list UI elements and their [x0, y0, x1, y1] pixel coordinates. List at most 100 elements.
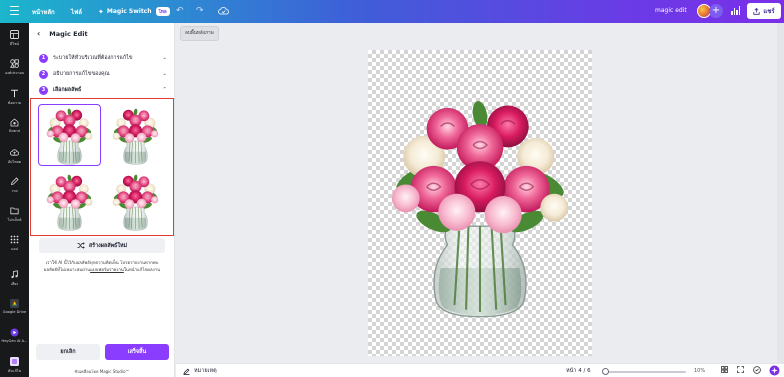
rail-label: วาด [11, 189, 18, 193]
step-label: ระบายให้ทั่วบริเวณที่ต้องการแก้ไข [53, 55, 133, 61]
magic-switch-button[interactable]: ✦ Magic Switch โทล [98, 7, 170, 16]
rail-item-audio[interactable]: เสียง [0, 270, 29, 287]
add-collaborator-button[interactable]: + [709, 4, 723, 18]
note-text-end: ในหน้าแก้ไขผลงาน [123, 267, 161, 273]
draw-icon [10, 177, 19, 186]
music-icon [11, 270, 18, 279]
chevron-down-icon: ⌄ [162, 55, 167, 61]
magic-switch-label: Magic Switch [106, 8, 152, 15]
rail-item-text[interactable]: ข้อความ [0, 89, 29, 106]
result-option-1[interactable] [38, 104, 101, 166]
panel-header: ‹ Magic Edit [37, 29, 88, 38]
upload-icon [10, 149, 19, 156]
notes-label: หมายเหตุ [194, 368, 217, 374]
share-label: แชร์ [763, 8, 775, 15]
result-option-2[interactable] [105, 105, 166, 165]
grid-view-icon[interactable] [721, 366, 728, 375]
step-number: 3 [39, 85, 48, 95]
back-arrow-icon[interactable]: ‹ [37, 29, 40, 38]
canvas-area: ลบพื้นหลังภาพ [176, 23, 784, 363]
rail-label: องค์ประกอบ [4, 71, 25, 75]
result-option-3[interactable] [39, 171, 100, 231]
notes-button[interactable]: หมายเหตุ [183, 367, 217, 375]
folder-icon [10, 207, 19, 215]
redo-icon[interactable]: ↷ [196, 6, 204, 16]
bouquet-image [105, 105, 166, 165]
panel-title: Magic Edit [49, 29, 88, 38]
brand-icon [10, 118, 19, 127]
design-title[interactable]: magic edit [655, 7, 687, 14]
undo-icon[interactable]: ↶ [176, 6, 184, 16]
step-label: เลือกผลลัพธ์ [53, 87, 82, 93]
step-1[interactable]: 1 ระบายให้ทั่วบริเวณที่ต้องการแก้ไข ⌄ [39, 53, 167, 63]
rail-item-design[interactable]: ดีไซน์ [0, 30, 29, 47]
bouquet-image [105, 171, 166, 231]
step-3[interactable]: 3 เลือกผลลัพธ์ ⌃ [39, 85, 167, 95]
left-rail: ดีไซน์ องค์ประกอบ ข้อความ Brand อัปโหลด … [0, 23, 29, 377]
rail-label: ข้อความ [7, 101, 22, 105]
magic-edit-panel: ‹ Magic Edit 1 ระบายให้ทั่วบริเวณที่ต้อง… [29, 23, 175, 377]
rail-label: เสียง [10, 282, 19, 286]
menu-icon[interactable] [10, 6, 19, 16]
rail-item-elements[interactable]: องค์ประกอบ [0, 59, 29, 76]
share-icon [753, 7, 761, 15]
home-link[interactable]: หน้าหลัก [32, 7, 55, 17]
cloud-save-icon[interactable] [218, 6, 230, 18]
cancel-button[interactable]: ยกเลิก [36, 344, 100, 360]
rail-item-brand[interactable]: Brand [0, 118, 29, 133]
bouquet-image[interactable] [368, 50, 592, 356]
insights-icon[interactable] [731, 6, 740, 15]
notes-icon [183, 368, 190, 375]
design-page[interactable] [368, 50, 592, 356]
rail-label: Brand [9, 129, 20, 133]
rail-item-app[interactable]: ตัวแก้ไข [0, 357, 29, 374]
app-icon [10, 357, 19, 366]
zoom-slider-track[interactable] [604, 371, 686, 373]
rail-item-apps[interactable]: แอป [0, 235, 29, 252]
rail-label: แอป [11, 247, 18, 251]
help-icon[interactable] [753, 366, 761, 376]
rail-item-draw[interactable]: วาด [0, 177, 29, 194]
page-indicator[interactable]: หน้า 4 / 6 [566, 367, 591, 375]
regenerate-button[interactable]: สร้างผลลัพธ์ใหม่ [39, 238, 165, 253]
magic-assistant-icon[interactable] [769, 365, 780, 377]
rail-item-heygen[interactable]: HeyGen AI A... [0, 328, 29, 343]
report-link[interactable]: แบบฟอร์มรายงาน [90, 268, 124, 273]
result-option-4[interactable] [105, 171, 166, 231]
right-scroll-edge [777, 23, 784, 363]
rail-label: ดีไซน์ [9, 42, 20, 46]
bottom-bar: หมายเหตุ หน้า 4 / 6 10% [176, 363, 784, 377]
step-2[interactable]: 2 อธิบายการแก้ไขของคุณ ⌄ [39, 69, 167, 79]
share-button[interactable]: แชร์ [747, 3, 781, 19]
fullscreen-icon[interactable] [737, 366, 744, 375]
rail-item-google-drive[interactable]: Google Drive [0, 299, 29, 314]
rail-label: HeyGen AI A... [1, 339, 28, 343]
zoom-slider-thumb[interactable] [602, 368, 609, 375]
heygen-icon [10, 328, 19, 337]
chevron-down-icon: ⌄ [162, 71, 167, 77]
step-number: 2 [39, 69, 48, 79]
results-grid [30, 98, 174, 236]
text-icon [11, 89, 18, 98]
bouquet-image [39, 171, 100, 231]
rail-label: ตัวแก้ไข [7, 369, 22, 373]
zoom-level[interactable]: 10% [694, 368, 705, 374]
sparkle-icon: ✦ [98, 7, 104, 16]
rail-item-upload[interactable]: อัปโหลด [0, 148, 29, 165]
rail-label: อัปโหลด [7, 160, 22, 164]
remove-background-chip[interactable]: ลบพื้นหลังภาพ [180, 26, 219, 41]
step-number: 1 [39, 53, 48, 63]
bouquet-image [39, 105, 100, 165]
rail-label: Google Drive [2, 310, 27, 314]
regenerate-label: สร้างผลลัพธ์ใหม่ [88, 242, 128, 249]
step-label: อธิบายการแก้ไขของคุณ [53, 71, 110, 77]
rail-item-projects[interactable]: โปรเจ็กต์ [0, 206, 29, 223]
google-drive-icon [10, 299, 19, 308]
elements-icon [10, 59, 19, 68]
done-button[interactable]: เสร็จสิ้น [105, 344, 169, 360]
feedback-note: เราใช้ AI นี้ไว้กับผลลัพธ์ทุกความคิดเห็น… [41, 261, 163, 274]
file-menu[interactable]: ไฟล์ [71, 7, 82, 17]
chevron-up-icon: ⌃ [162, 87, 167, 93]
powered-by-text: ขับเคลื่อนโดย Magic Studio™ [74, 369, 130, 374]
magic-switch-badge: โทล [155, 7, 170, 16]
